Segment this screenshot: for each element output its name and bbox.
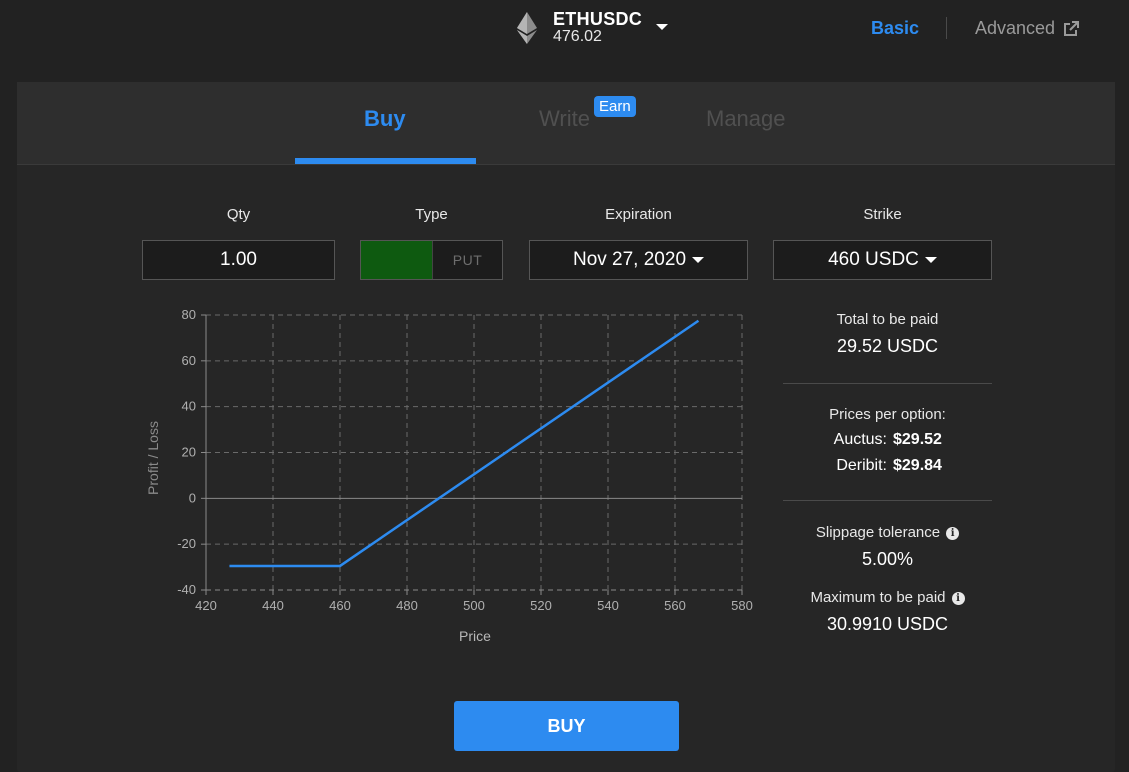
- max-value: 30.9910 USDC: [826, 614, 949, 634]
- tab-write[interactable]: Write: [539, 106, 590, 132]
- chart-series: [229, 319, 700, 568]
- expiration-label: Expiration: [605, 206, 672, 223]
- chart-xlabel: Price: [459, 628, 491, 644]
- deribit-value: $29.84: [893, 457, 942, 474]
- slippage-label: Slippage tolerance: [815, 524, 941, 541]
- x-tick-label: 440: [262, 598, 284, 613]
- chevron-down-icon: [656, 23, 669, 30]
- pair-price: 476.02: [553, 28, 602, 45]
- total-value: 29.52 USDC: [836, 336, 939, 356]
- divider: [783, 500, 992, 501]
- type-label: Type: [415, 206, 448, 223]
- chart-grid: [205, 314, 743, 591]
- mode-basic-link[interactable]: Basic: [871, 18, 919, 39]
- tab-buy[interactable]: Buy: [364, 106, 406, 132]
- trade-panel: Buy Write Earn Manage Qty Type Expiratio…: [17, 82, 1115, 772]
- x-tick-label: 460: [329, 598, 351, 613]
- profit-loss-chart: 420 440 460 480 500 520 540 560 580 -40 -20 0 20 40 60…: [145, 307, 753, 644]
- qty-label: Qty: [226, 206, 251, 223]
- divider: [783, 383, 992, 384]
- total-label: Total to be paid: [836, 311, 939, 328]
- max-label: Maximum to be paid: [810, 589, 946, 606]
- deribit-label: Deribit:: [836, 457, 887, 474]
- strike-value: 460 USDC: [828, 249, 919, 270]
- mode-divider: [946, 17, 947, 39]
- total-block: Total to be paid 29.52 USDC: [783, 311, 992, 357]
- slippage-value[interactable]: 5.00%: [783, 549, 992, 570]
- tab-manage[interactable]: Manage: [706, 106, 786, 132]
- x-tick-label: 500: [463, 598, 485, 613]
- x-tick-label: 540: [597, 598, 619, 613]
- auctus-label: Auctus:: [833, 431, 887, 448]
- pair-symbol: ETHUSDC: [553, 9, 643, 29]
- active-tab-indicator: [295, 158, 476, 164]
- slippage-block: Slippage tolerance i 5.00%: [783, 524, 992, 570]
- x-tick-label: 520: [530, 598, 552, 613]
- y-tick-label: 0: [189, 490, 196, 505]
- chart-ylabel: Profit / Loss: [145, 421, 161, 495]
- chevron-down-icon: [924, 257, 937, 263]
- prices-block: Prices per option: Auctus: $29.52 Deribi…: [783, 406, 992, 475]
- max-label-row: Maximum to be paid i: [783, 589, 992, 606]
- strike-select[interactable]: 460 USDC: [773, 240, 992, 280]
- auctus-value: $29.52: [893, 431, 942, 448]
- expiration-value: Nov 27, 2020: [572, 249, 687, 270]
- x-tick-label: 580: [731, 598, 753, 613]
- y-tick-label: 20: [182, 445, 196, 460]
- mode-advanced-label: Advanced: [975, 18, 1056, 38]
- buy-button[interactable]: BUY: [454, 701, 679, 751]
- strike-label: Strike: [863, 206, 902, 223]
- y-tick-label: 60: [182, 353, 196, 368]
- max-block: Maximum to be paid i 30.9910 USDC: [783, 589, 992, 635]
- earn-badge: Earn: [594, 96, 636, 117]
- type-toggle: PUT: [360, 240, 503, 280]
- profit-loss-line: [229, 319, 700, 568]
- slippage-label-row: Slippage tolerance i: [783, 524, 992, 541]
- x-tick-label: 560: [664, 598, 686, 613]
- chevron-down-icon: [692, 257, 705, 263]
- qty-input[interactable]: 1.00: [142, 240, 335, 280]
- expiration-select[interactable]: Nov 27, 2020: [529, 240, 748, 280]
- y-tick-label: 40: [182, 399, 196, 414]
- x-tick-label: 420: [195, 598, 217, 613]
- auctus-row: Auctus: $29.52: [783, 431, 992, 449]
- y-tick-label: 80: [182, 307, 196, 322]
- prices-label: Prices per option:: [829, 406, 946, 423]
- ethereum-icon: [517, 11, 537, 44]
- y-tick-label: -40: [177, 582, 196, 597]
- type-call-option[interactable]: [361, 241, 433, 279]
- info-icon[interactable]: i: [951, 592, 965, 605]
- external-link-icon: [1064, 20, 1080, 36]
- tab-bar: Buy Write Earn Manage: [17, 82, 1115, 165]
- mode-advanced-link[interactable]: Advanced: [975, 18, 1080, 39]
- y-tick-label: -20: [177, 536, 196, 551]
- pair-selector[interactable]: ETHUSDC 476.02: [517, 9, 669, 45]
- info-icon[interactable]: i: [946, 527, 960, 540]
- type-put-option[interactable]: PUT: [433, 252, 502, 268]
- deribit-row: Deribit: $29.84: [783, 457, 992, 475]
- x-tick-label: 480: [396, 598, 418, 613]
